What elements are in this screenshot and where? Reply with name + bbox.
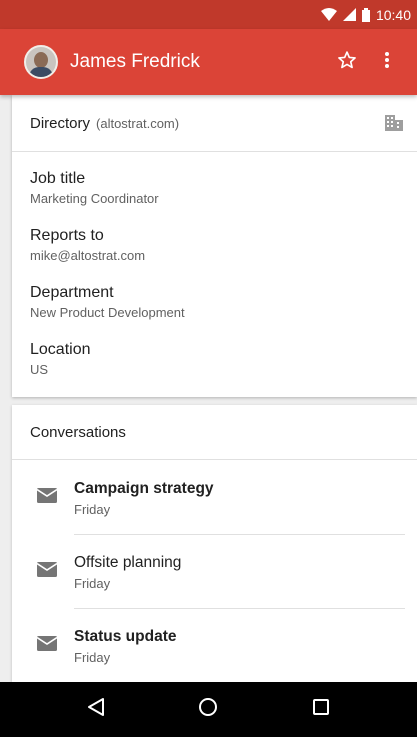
field-job-title: Job title Marketing Coordinator (12, 170, 159, 206)
more-vert-icon (384, 51, 390, 74)
navigation-bar (0, 682, 417, 737)
field-value: New Product Development (30, 305, 185, 320)
recents-button[interactable] (297, 686, 345, 734)
star-outline-icon (337, 50, 357, 75)
recents-icon (312, 698, 330, 721)
conversation-subject: Offsite planning (74, 553, 182, 571)
directory-header: Directory (altostrat.com) (12, 95, 417, 152)
field-department: Department New Product Development (12, 284, 185, 320)
battery-icon (361, 7, 370, 22)
status-bar: 10:40 (0, 0, 417, 29)
directory-label: Directory (30, 114, 91, 132)
field-location: Location US (12, 341, 91, 377)
field-value[interactable]: mike@altostrat.com (30, 248, 145, 263)
conversation-date: Friday (74, 501, 111, 517)
contact-name: James Fredrick (70, 51, 200, 72)
more-options-button[interactable] (367, 42, 407, 82)
mail-icon (36, 562, 58, 582)
building-icon (385, 115, 403, 131)
conversation-subject: Status update (74, 627, 177, 645)
signal-icon (342, 8, 356, 21)
conversation-item[interactable]: Campaign strategy Friday (12, 461, 417, 535)
conversations-header: Conversations (12, 405, 417, 460)
wifi-icon (320, 8, 337, 21)
directory-domain: (altostrat.com) (96, 115, 180, 131)
directory-card: Directory (altostrat.com) Job title Mark… (12, 95, 417, 397)
conversation-date: Friday (74, 575, 111, 591)
app-bar: James Fredrick (0, 29, 417, 95)
field-title: Reports to (30, 227, 104, 244)
star-button[interactable] (327, 42, 367, 82)
field-title: Location (30, 341, 91, 358)
home-button[interactable] (184, 686, 232, 734)
field-value: Marketing Coordinator (30, 191, 159, 206)
field-reports-to: Reports to mike@altostrat.com (12, 227, 145, 263)
mail-icon (36, 636, 58, 656)
conversation-item[interactable]: Status update Friday (12, 609, 417, 683)
status-time: 10:40 (375, 6, 411, 23)
back-icon (87, 697, 105, 722)
content-area: Directory (altostrat.com) Job title Mark… (0, 95, 417, 682)
conversations-section: Conversations Campaign strategy Friday O… (12, 405, 417, 682)
field-title: Department (30, 284, 114, 301)
conversation-subject: Campaign strategy (74, 479, 214, 497)
home-icon (198, 697, 218, 722)
mail-icon (36, 488, 58, 508)
back-button[interactable] (72, 686, 120, 734)
field-value: US (30, 362, 49, 377)
field-title: Job title (30, 170, 86, 187)
conversation-item[interactable]: Offsite planning Friday (12, 535, 417, 609)
avatar[interactable] (24, 45, 58, 79)
conversation-date: Friday (74, 649, 111, 665)
